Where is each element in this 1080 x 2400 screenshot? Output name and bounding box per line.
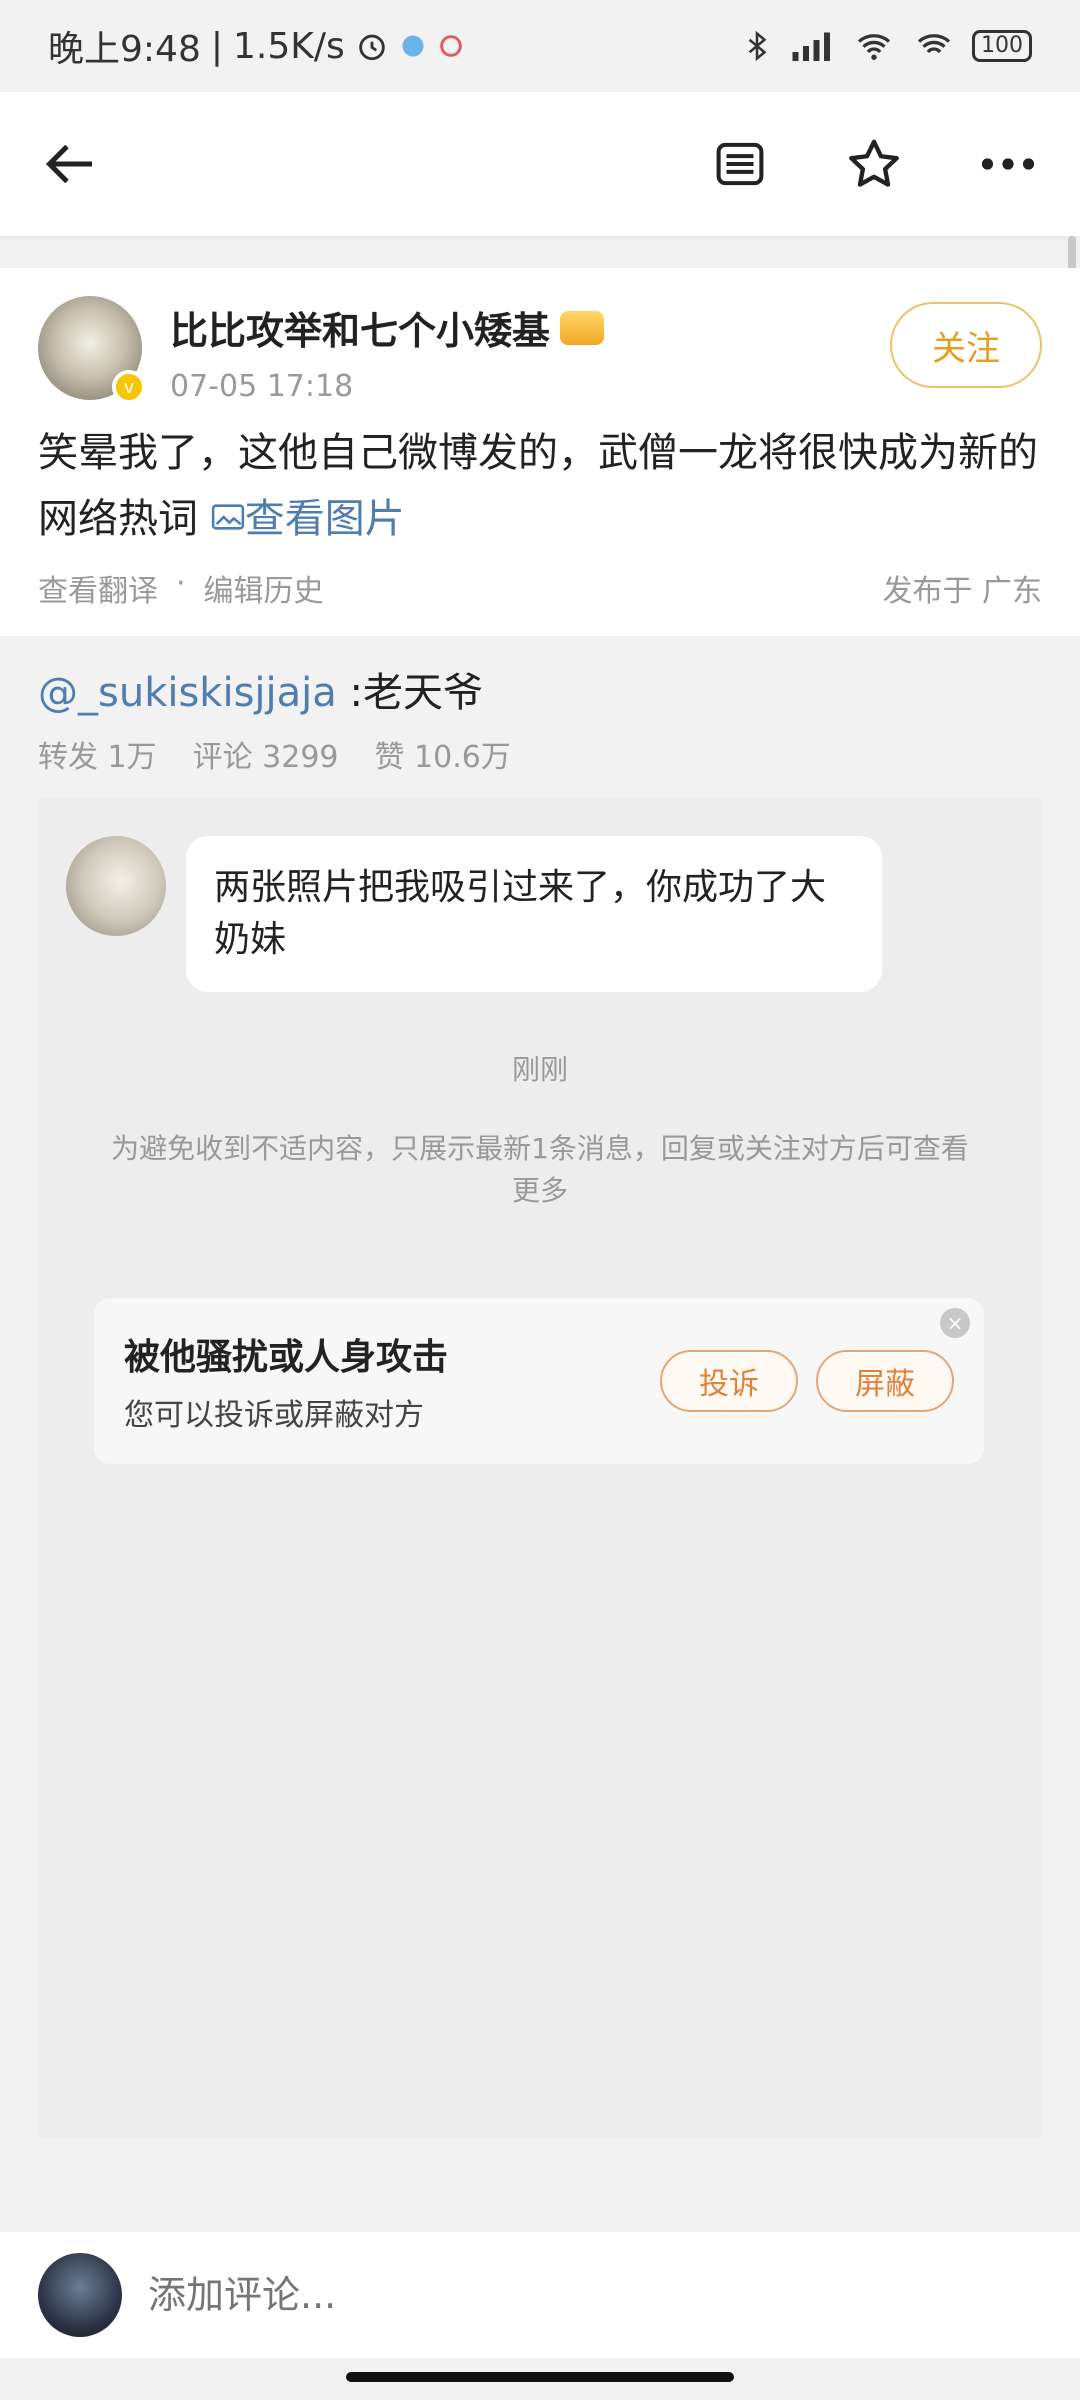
original-author-mention[interactable]: @_sukiskisjjaja bbox=[38, 670, 337, 716]
view-picture-link[interactable]: 查看图片 bbox=[211, 496, 405, 542]
wifi-6-icon bbox=[917, 34, 951, 54]
repost-count[interactable]: 转发 1万 bbox=[38, 732, 157, 776]
top-nav-bar bbox=[0, 92, 1080, 236]
close-icon: × bbox=[940, 1308, 970, 1338]
harassment-card: 被他骚扰或人身攻击 您可以投诉或屏蔽对方 投诉 屏蔽 × bbox=[94, 1298, 984, 1464]
report-button: 投诉 bbox=[660, 1350, 798, 1412]
star-icon bbox=[849, 139, 899, 187]
author-avatar[interactable]: v bbox=[38, 296, 146, 404]
alarm-icon bbox=[358, 34, 385, 61]
status-time: 晚上9:48 bbox=[48, 29, 201, 70]
follow-button[interactable]: 关注 bbox=[890, 302, 1042, 388]
bluetooth-icon bbox=[748, 30, 767, 62]
image-icon bbox=[211, 504, 244, 530]
back-button[interactable] bbox=[40, 132, 104, 196]
chat-message-row: 两张照片把我吸引过来了，你成功了大奶妹 bbox=[66, 836, 882, 992]
vip-crown-icon bbox=[560, 310, 605, 345]
post-card: v 比比攻举和七个小矮基 07-05 17:18 关注 笑晕我了，这他自己微博发… bbox=[0, 268, 1080, 636]
attached-image[interactable]: 两张照片把我吸引过来了，你成功了大奶妹 刚刚 为避免收到不适内容，只展示最新1条… bbox=[38, 798, 1042, 2138]
list-icon bbox=[716, 142, 764, 186]
app-notification-icon bbox=[402, 35, 424, 57]
weibo-notification-icon bbox=[439, 35, 462, 57]
comment-count[interactable]: 评论 3299 bbox=[193, 732, 339, 776]
block-button: 屏蔽 bbox=[816, 1350, 954, 1412]
comment-input[interactable] bbox=[148, 2273, 1042, 2317]
home-indicator[interactable] bbox=[346, 2372, 734, 2382]
more-button[interactable] bbox=[976, 132, 1040, 196]
comment-bar bbox=[0, 2232, 1080, 2358]
edit-history-link[interactable]: 编辑历史 bbox=[204, 566, 324, 610]
read-mode-button[interactable] bbox=[708, 132, 772, 196]
original-post-stats: 转发 1万 评论 3299 赞 10.6万 bbox=[38, 732, 1042, 776]
network-speed: 1.5K/s bbox=[232, 25, 345, 67]
wifi-icon bbox=[857, 34, 891, 60]
battery-indicator: 100 bbox=[972, 30, 1032, 62]
original-post-text: @_sukiskisjjaja :老天爷 bbox=[38, 670, 483, 716]
message-time: 刚刚 bbox=[511, 1053, 568, 1086]
translate-link[interactable]: 查看翻译 bbox=[38, 566, 158, 610]
more-icon bbox=[981, 158, 1035, 170]
signal-icon bbox=[792, 32, 830, 61]
harassment-title: 被他骚扰或人身攻击 bbox=[124, 1337, 449, 1378]
author-name[interactable]: 比比攻举和七个小矮基 bbox=[170, 300, 550, 355]
harassment-subtitle: 您可以投诉或屏蔽对方 bbox=[124, 1398, 424, 1433]
favorite-button[interactable] bbox=[842, 132, 906, 196]
post-text: 笑晕我了，这他自己微博发的，武僧一龙将很快成为新的网络热词 查看图片 bbox=[38, 430, 1038, 542]
chat-bubble: 两张照片把我吸引过来了，你成功了大奶妹 bbox=[186, 836, 882, 992]
user-avatar[interactable] bbox=[38, 2253, 122, 2337]
back-arrow-icon bbox=[45, 144, 92, 184]
status-bar: 晚上9:48 | 1.5K/s 100 bbox=[0, 0, 1080, 92]
post-location: 发布于 广东 bbox=[882, 574, 1042, 609]
post-time: 07-05 17:18 bbox=[170, 369, 354, 404]
sender-avatar bbox=[66, 836, 166, 936]
reposted-content[interactable]: @_sukiskisjjaja :老天爷 转发 1万 评论 3299 赞 10.… bbox=[0, 636, 1080, 2176]
message-notice: 为避免收到不适内容，只展示最新1条消息，回复或关注对方后可查看更多 bbox=[111, 1132, 969, 1207]
like-count[interactable]: 赞 10.6万 bbox=[375, 732, 511, 776]
verified-badge-icon: v bbox=[112, 370, 146, 404]
